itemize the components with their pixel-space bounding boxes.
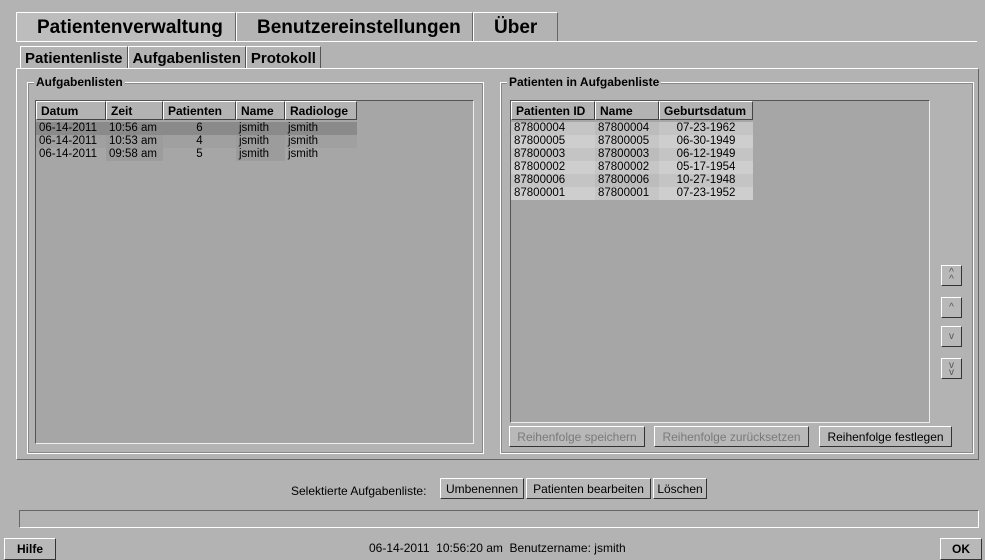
cell-birthdate: 07-23-1962 [659, 122, 753, 135]
table-row[interactable]: 87800006 87800006 10-27-1948 [511, 174, 929, 187]
table-row[interactable]: 06-14-2011 09:58 am 5 jsmith jsmith [36, 148, 473, 161]
cell-zeit: 10:56 am [106, 122, 163, 135]
col-zeit[interactable]: Zeit [106, 101, 163, 120]
col-patienten[interactable]: Patienten [163, 101, 236, 120]
cell-name: 87800001 [595, 187, 659, 200]
ok-button[interactable]: OK [940, 538, 982, 560]
col-radiologe[interactable]: Radiologe [285, 101, 357, 120]
chevron-up-icon: ^ [949, 302, 954, 313]
subtab-label: Patientenliste [25, 49, 123, 67]
tab-ueber[interactable]: Über [473, 12, 558, 42]
table-row[interactable]: 87800005 87800005 06-30-1949 [511, 135, 929, 148]
cell-id: 87800002 [511, 161, 595, 174]
cell-birthdate: 07-23-1952 [659, 187, 753, 200]
tab-patientenverwaltung[interactable]: Patientenverwaltung [16, 12, 236, 42]
cell-name: jsmith [236, 122, 285, 135]
col-datum[interactable]: Datum [36, 101, 106, 120]
col-patienten-id[interactable]: Patienten ID [511, 101, 595, 120]
cell-zeit: 10:53 am [106, 135, 163, 148]
rename-button[interactable]: Umbenennen [440, 478, 524, 499]
table-row[interactable]: 87800001 87800001 07-23-1952 [511, 187, 929, 200]
cell-name: 87800002 [595, 161, 659, 174]
table-row[interactable]: 87800004 87800004 07-23-1962 [511, 122, 929, 135]
cell-birthdate: 10-27-1948 [659, 174, 753, 187]
subtab-patientenliste[interactable]: Patientenliste [20, 46, 128, 69]
cell-patienten: 6 [163, 122, 236, 135]
selected-list-label: Selektierte Aufgabenliste: [291, 484, 427, 498]
help-button[interactable]: Hilfe [4, 538, 56, 560]
task-lists-title: Aufgabenlisten [34, 75, 125, 89]
delete-button[interactable]: Löschen [653, 478, 707, 499]
task-lists-group: Aufgabenlisten Datum Zeit Patienten Name… [27, 75, 484, 454]
patients-in-list-group: Patienten in Aufgabenliste Patienten ID … [500, 75, 974, 454]
message-strip [19, 510, 979, 528]
cell-name: jsmith [236, 135, 285, 148]
cell-datum: 06-14-2011 [36, 135, 106, 148]
col-geburtsdatum[interactable]: Geburtsdatum [659, 101, 753, 120]
tab-label: Benutzereinstellungen [257, 16, 461, 38]
cell-birthdate: 06-12-1949 [659, 148, 753, 161]
chevron-down-icon: v [949, 331, 954, 342]
status-text: 06-14-2011 10:56:20 am Benutzername: jsm… [369, 541, 626, 555]
table-header: Datum Zeit Patienten Name Radiologe [36, 101, 473, 120]
table-row[interactable]: 87800003 87800003 06-12-1949 [511, 148, 929, 161]
double-chevron-up-icon: ^ ^ [949, 266, 954, 285]
cell-name: jsmith [236, 148, 285, 161]
patients-table[interactable]: Patienten ID Name Geburtsdatum 87800004 … [510, 100, 930, 423]
cell-radiologe: jsmith [285, 122, 357, 135]
username-label: Benutzername: [509, 541, 591, 555]
tab-label: Patientenverwaltung [37, 16, 223, 38]
status-bar: Hilfe 06-14-2011 10:56:20 am Benutzernam… [0, 537, 985, 560]
cell-name: 87800003 [595, 148, 659, 161]
cell-name: 87800004 [595, 122, 659, 135]
cell-id: 87800005 [511, 135, 595, 148]
table-header: Patienten ID Name Geburtsdatum [511, 101, 929, 120]
patients-in-list-title: Patienten in Aufgabenliste [507, 75, 662, 89]
main-tab-bar: Patientenverwaltung Benutzereinstellunge… [16, 12, 558, 42]
username-value: jsmith [594, 541, 626, 555]
edit-patients-button[interactable]: Patienten bearbeiten [526, 478, 651, 499]
cell-name: 87800005 [595, 135, 659, 148]
task-list-table[interactable]: Datum Zeit Patienten Name Radiologe 06-1… [35, 100, 474, 444]
subtab-protokoll[interactable]: Protokoll [245, 46, 321, 69]
cell-patienten: 5 [163, 148, 236, 161]
sub-tab-bar: Patientenliste Aufgabenlisten Protokoll [20, 46, 321, 69]
cell-name: 87800006 [595, 174, 659, 187]
tab-label: Über [494, 16, 538, 38]
subtab-aufgabenlisten[interactable]: Aufgabenlisten [127, 46, 246, 69]
cell-zeit: 09:58 am [106, 148, 163, 161]
move-down-button[interactable]: v [941, 326, 962, 347]
col-name[interactable]: Name [595, 101, 659, 120]
double-chevron-down-icon: vv [949, 359, 954, 378]
cell-id: 87800003 [511, 148, 595, 161]
subtab-label: Aufgabenlisten [132, 49, 241, 67]
move-up-button[interactable]: ^ [941, 297, 962, 318]
cell-id: 87800004 [511, 122, 595, 135]
move-to-top-button[interactable]: ^ ^ [941, 265, 962, 286]
cell-radiologe: jsmith [285, 135, 357, 148]
table-row[interactable]: 87800002 87800002 05-17-1954 [511, 161, 929, 174]
col-name[interactable]: Name [236, 101, 285, 120]
cell-birthdate: 05-17-1954 [659, 161, 753, 174]
tab-benutzereinstellungen[interactable]: Benutzereinstellungen [236, 12, 473, 42]
move-to-bottom-button[interactable]: vv [941, 358, 962, 379]
table-row[interactable]: 06-14-2011 10:53 am 4 jsmith jsmith [36, 135, 473, 148]
subtab-label: Protokoll [250, 49, 316, 67]
cell-id: 87800006 [511, 174, 595, 187]
set-order-button[interactable]: Reihenfolge festlegen [819, 426, 952, 447]
reset-order-button[interactable]: Reihenfolge zurücksetzen [654, 426, 809, 447]
status-datetime: 06-14-2011 10:56:20 am [369, 541, 503, 555]
cell-patienten: 4 [163, 135, 236, 148]
cell-id: 87800001 [511, 187, 595, 200]
save-order-button[interactable]: Reihenfolge speichern [509, 426, 645, 447]
cell-datum: 06-14-2011 [36, 122, 106, 135]
table-row[interactable]: 06-14-2011 10:56 am 6 jsmith jsmith [36, 122, 473, 135]
cell-datum: 06-14-2011 [36, 148, 106, 161]
tab-divider [16, 41, 977, 42]
cell-birthdate: 06-30-1949 [659, 135, 753, 148]
cell-radiologe: jsmith [285, 148, 357, 161]
